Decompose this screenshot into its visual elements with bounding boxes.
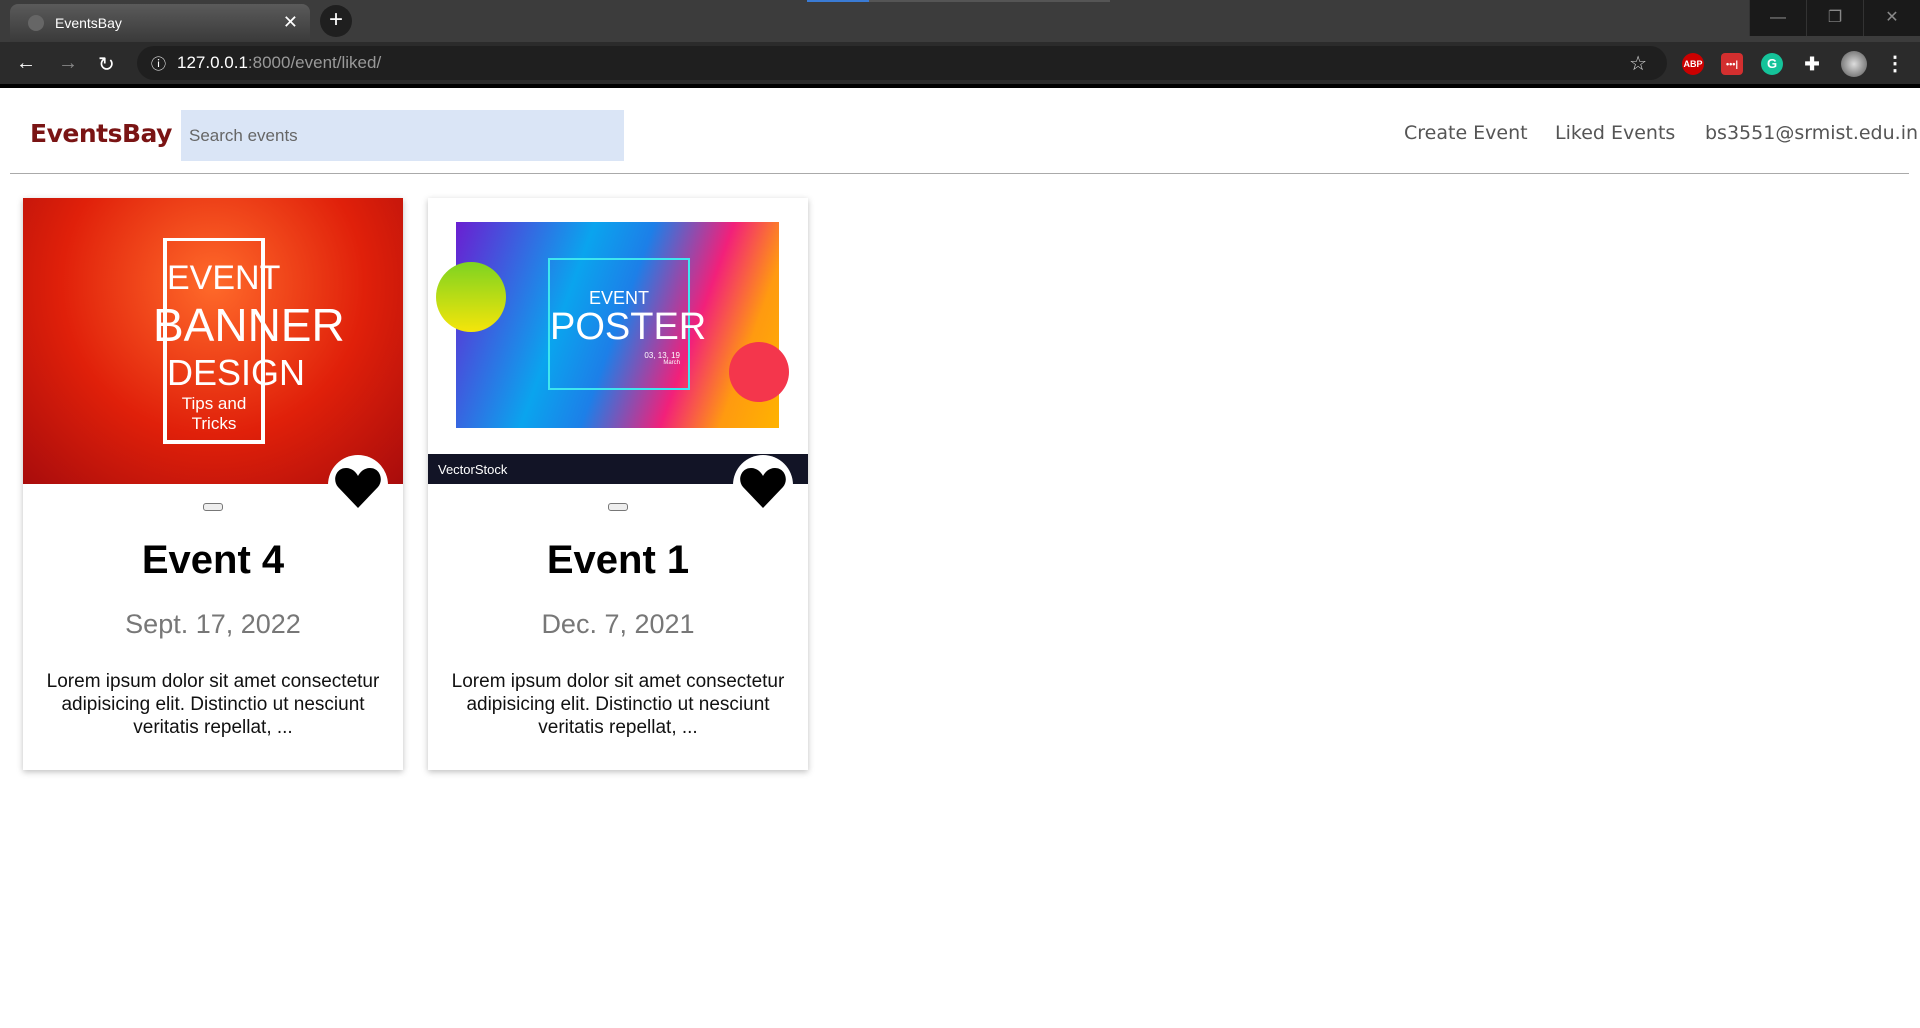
site-logo[interactable]: EventsBay (30, 119, 172, 148)
heart-icon (740, 468, 786, 508)
close-tab-icon[interactable]: ✕ (283, 12, 298, 33)
like-button[interactable] (328, 455, 388, 515)
url-text: 127.0.0.1:8000/event/liked/ (177, 53, 382, 72)
event-title: Event 1 (546, 538, 690, 582)
window-controls: — ❐ ✕ (1749, 0, 1920, 36)
event-description: Lorem ipsum dolor sit amet consectetur a… (46, 671, 380, 738)
like-button[interactable] (733, 455, 793, 515)
event-image: EVENT POSTER 03, 13, 19 March VectorStoc… (428, 198, 808, 484)
loading-bar (807, 0, 1110, 2)
event-description: Lorem ipsum dolor sit amet consectetur a… (451, 671, 785, 738)
profile-avatar[interactable] (1841, 51, 1867, 77)
new-tab-button[interactable]: + (320, 5, 352, 37)
carousel-indicator[interactable] (203, 503, 223, 511)
heart-icon (335, 468, 381, 508)
site-navbar: EventsBay Create Event Liked Events bs35… (0, 88, 1920, 174)
nav-user-email[interactable]: bs3551@srmist.edu.in (1705, 122, 1918, 144)
nav-create-event[interactable]: Create Event (1404, 122, 1528, 144)
banner-graphic: EVENT BANNER DESIGN Tips and Tricks (153, 238, 345, 444)
lastpass-extension-icon[interactable]: •••| (1721, 53, 1743, 75)
address-bar[interactable]: ⓘ 127.0.0.1:8000/event/liked/ ☆ (137, 46, 1667, 80)
restore-icon[interactable]: ❐ (1806, 0, 1863, 36)
info-icon[interactable]: ⓘ (151, 53, 166, 74)
event-title: Event 4 (141, 538, 285, 582)
minimize-icon[interactable]: — (1749, 0, 1806, 36)
carousel-indicator[interactable] (608, 503, 628, 511)
adblock-extension-icon[interactable]: ABP (1682, 53, 1704, 75)
event-image: EVENT BANNER DESIGN Tips and Tricks (23, 198, 403, 484)
event-date: Sept. 17, 2022 (125, 609, 301, 639)
bookmark-star-icon[interactable]: ☆ (1629, 51, 1647, 76)
event-card[interactable]: EVENT POSTER 03, 13, 19 March VectorStoc… (428, 198, 808, 770)
globe-icon (28, 15, 44, 31)
extensions-puzzle-icon[interactable]: ✚ (1801, 53, 1823, 75)
poster-graphic: EVENT POSTER 03, 13, 19 March (436, 222, 789, 428)
close-window-icon[interactable]: ✕ (1863, 0, 1920, 36)
back-icon[interactable]: ← (16, 52, 36, 75)
event-card[interactable]: EVENT BANNER DESIGN Tips and Tricks Even… (23, 198, 403, 770)
nav-liked-events[interactable]: Liked Events (1555, 122, 1675, 144)
browser-tab-bar: EventsBay ✕ + — ❐ ✕ (0, 0, 1920, 42)
browser-tab[interactable]: EventsBay ✕ (10, 4, 310, 42)
menu-kebab-icon[interactable]: ⋮ (1884, 53, 1906, 75)
browser-toolbar: ← → ↻ ⓘ 127.0.0.1:8000/event/liked/ ☆ AB… (0, 42, 1920, 88)
header-divider (10, 173, 1909, 174)
grammarly-extension-icon[interactable]: G (1761, 53, 1783, 75)
search-input[interactable] (181, 110, 624, 161)
tab-title: EventsBay (55, 15, 122, 31)
reload-icon[interactable]: ↻ (98, 52, 115, 77)
forward-icon[interactable]: → (58, 52, 78, 75)
event-date: Dec. 7, 2021 (541, 609, 695, 639)
